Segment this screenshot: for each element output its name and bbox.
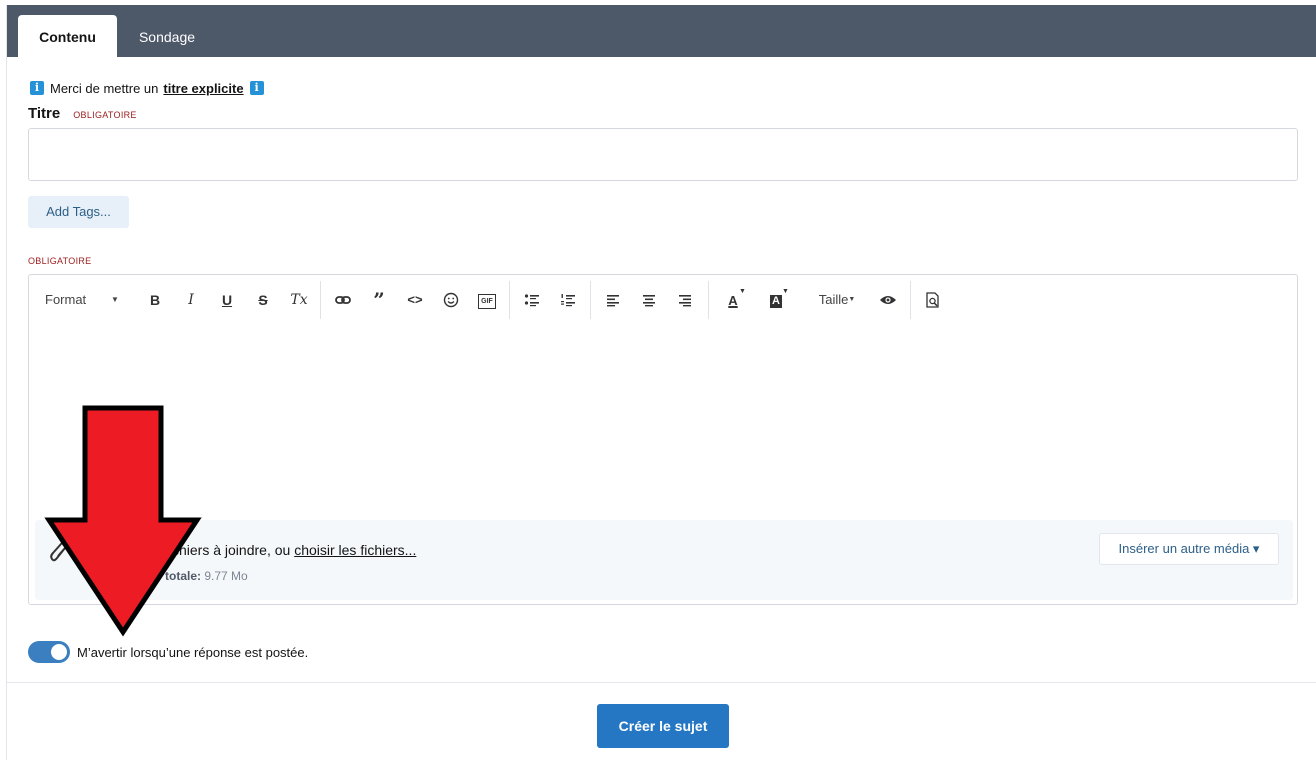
gif-icon: GIF: [478, 293, 496, 309]
caret-down-icon: ▼: [848, 296, 856, 303]
message-editor[interactable]: Format ▼ B I U S Tx ” <> GIF A ▼ A ▼ Tai…: [28, 274, 1298, 605]
italic-button[interactable]: I: [179, 288, 203, 312]
required-badge: OBLIGATOIRE: [73, 110, 137, 120]
insert-media-button[interactable]: Insérer un autre média ▾: [1099, 533, 1279, 565]
tab-content[interactable]: Contenu: [18, 15, 117, 57]
link-icon: [335, 296, 351, 304]
post-form: Contenu Sondage i Merci de mettre un tit…: [6, 5, 1316, 760]
toolbar-divider: [590, 281, 591, 319]
bold-button[interactable]: B: [143, 288, 167, 312]
editor-required-badge: OBLIGATOIRE: [28, 256, 92, 266]
size-dropdown[interactable]: Taille▼: [814, 288, 860, 312]
size-limit-value: 9.77 Mo: [204, 569, 248, 583]
notify-row: M’avertir lorsqu’une réponse est postée.: [28, 641, 308, 663]
eye-icon: [880, 296, 896, 304]
text-color-icon: A: [728, 293, 738, 308]
format-label: Format: [45, 292, 87, 307]
align-left-button[interactable]: [601, 288, 625, 312]
clear-format-button[interactable]: Tx: [287, 288, 311, 312]
preview-toggle-button[interactable]: [876, 288, 900, 312]
align-left-icon: [607, 295, 619, 307]
numbered-list-button[interactable]: [556, 288, 580, 312]
quote-icon[interactable]: ”: [367, 288, 391, 312]
numbered-list-icon: [561, 294, 575, 307]
bullet-list-button[interactable]: [520, 288, 544, 312]
attachment-text: fichiers à joindre, ou choisir les fichi…: [165, 542, 416, 558]
toolbar-divider: [320, 281, 321, 319]
strikethrough-button[interactable]: S: [251, 288, 275, 312]
align-center-button[interactable]: [637, 288, 661, 312]
align-center-icon: [643, 295, 655, 307]
text-color-button[interactable]: A ▼: [719, 288, 747, 312]
toolbar-divider: [509, 281, 510, 319]
tab-poll[interactable]: Sondage: [117, 15, 217, 57]
notify-label: M’avertir lorsqu’une réponse est postée.: [77, 644, 309, 660]
tab-bar: Contenu Sondage: [7, 5, 1316, 57]
gif-button[interactable]: GIF: [475, 288, 499, 312]
title-label: Titre OBLIGATOIRE: [28, 105, 137, 122]
bullet-list-icon: [524, 294, 539, 307]
caret-down-icon: ▼: [739, 288, 746, 295]
align-right-icon: [679, 295, 691, 307]
document-search-icon: [926, 292, 939, 308]
code-icon[interactable]: <>: [403, 288, 427, 312]
info-icon: i: [30, 81, 44, 95]
toggle-knob: [51, 644, 67, 660]
caret-down-icon: ▼: [782, 288, 789, 295]
info-icon: i: [249, 81, 264, 95]
footer-divider: [7, 682, 1316, 683]
format-dropdown[interactable]: Format ▼: [45, 288, 121, 312]
align-right-button[interactable]: [673, 288, 697, 312]
background-color-icon: A: [770, 294, 782, 308]
red-arrow-annotation: [44, 405, 202, 637]
notify-toggle[interactable]: [28, 641, 70, 663]
size-label: Taille: [818, 292, 849, 307]
choose-files-link[interactable]: choisir les fichiers...: [294, 542, 416, 558]
background-color-button[interactable]: A ▼: [762, 288, 790, 312]
notice-link[interactable]: titre explicite: [163, 81, 243, 96]
title-input[interactable]: [28, 128, 1298, 181]
emoji-button[interactable]: [439, 288, 463, 312]
toolbar-divider: [708, 281, 709, 319]
notice-text: Merci de mettre un: [50, 80, 159, 96]
editor-toolbar: Format ▼ B I U S Tx ” <> GIF A ▼ A ▼ Tai…: [29, 275, 1297, 325]
title-notice: i Merci de mettre un titre explicite i: [30, 79, 264, 97]
underline-button[interactable]: U: [215, 288, 239, 312]
toolbar-divider: [910, 281, 911, 319]
link-button[interactable]: [331, 288, 355, 312]
add-tags-button[interactable]: Add Tags...: [28, 196, 129, 228]
create-topic-button[interactable]: Créer le sujet: [597, 704, 729, 748]
attachment-area[interactable]: fichiers à joindre, ou choisir les fichi…: [35, 520, 1293, 600]
smiley-icon: [443, 292, 459, 308]
title-label-text: Titre: [28, 105, 61, 122]
preview-button[interactable]: [921, 288, 945, 312]
caret-down-icon: ▼: [111, 295, 119, 304]
